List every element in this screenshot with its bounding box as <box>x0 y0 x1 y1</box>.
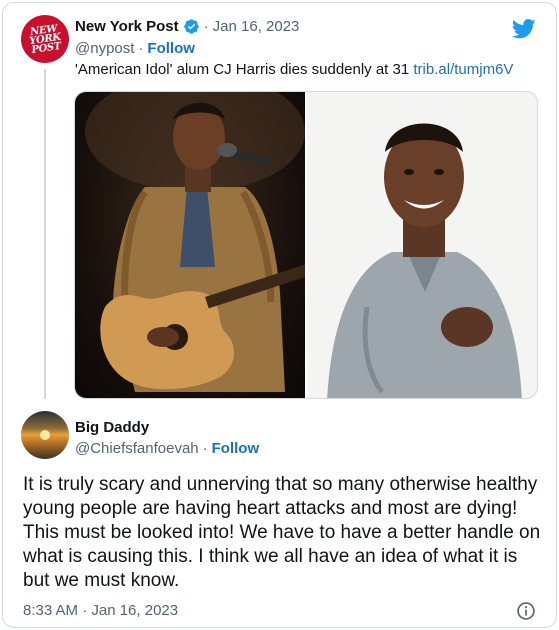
separator-dot: · <box>203 18 209 35</box>
tweet-body-text: It is truly scary and unnerving that so … <box>23 474 541 591</box>
article-link[interactable]: trib.al/tumjm6V <box>413 61 513 78</box>
portrait-illustration <box>327 123 522 398</box>
headline-text: 'American Idol' alum CJ Harris dies sudd… <box>75 61 410 78</box>
media-grid[interactable] <box>74 91 538 399</box>
tweet-date[interactable]: Jan 16, 2023 <box>213 18 300 35</box>
verified-badge-icon <box>183 19 199 34</box>
follow-button[interactable]: Follow <box>147 40 195 57</box>
author-handle[interactable]: @nypost <box>75 40 134 57</box>
author-name[interactable]: New York Post <box>75 18 179 35</box>
quoted-tweet-text: 'American Idol' alum CJ Harris dies sudd… <box>75 61 513 78</box>
reply-author-name[interactable]: Big Daddy <box>75 419 149 436</box>
tweet-embed-card: NEW YORK POST New York Post · Jan 16, 20… <box>2 2 557 628</box>
reply-handle-row: @Chiefsfanfoevah · Follow <box>75 440 259 457</box>
photo-stage-performance[interactable] <box>75 92 305 398</box>
author-handle[interactable]: @Chiefsfanfoevah <box>75 440 199 457</box>
avatar-text-line: POST <box>30 40 62 56</box>
quoted-tweet-header: New York Post · Jan 16, 2023 <box>75 18 299 35</box>
tweet-timestamp[interactable]: 8:33 AM · Jan 16, 2023 <box>23 602 178 619</box>
thread-connector-line <box>44 69 46 399</box>
photo-portrait[interactable] <box>307 92 537 398</box>
twitter-bird-icon[interactable] <box>512 19 536 39</box>
nypost-avatar[interactable]: NEW YORK POST <box>17 11 73 67</box>
sunset-sun-shape <box>40 430 50 440</box>
quoted-handle-row: @nypost · Follow <box>75 40 195 57</box>
performer-illustration <box>85 92 305 392</box>
big-daddy-avatar[interactable] <box>21 411 69 459</box>
info-icon[interactable] <box>516 601 536 621</box>
separator-dot: · <box>202 440 208 457</box>
separator-dot: · <box>138 40 144 57</box>
follow-button[interactable]: Follow <box>212 440 260 457</box>
